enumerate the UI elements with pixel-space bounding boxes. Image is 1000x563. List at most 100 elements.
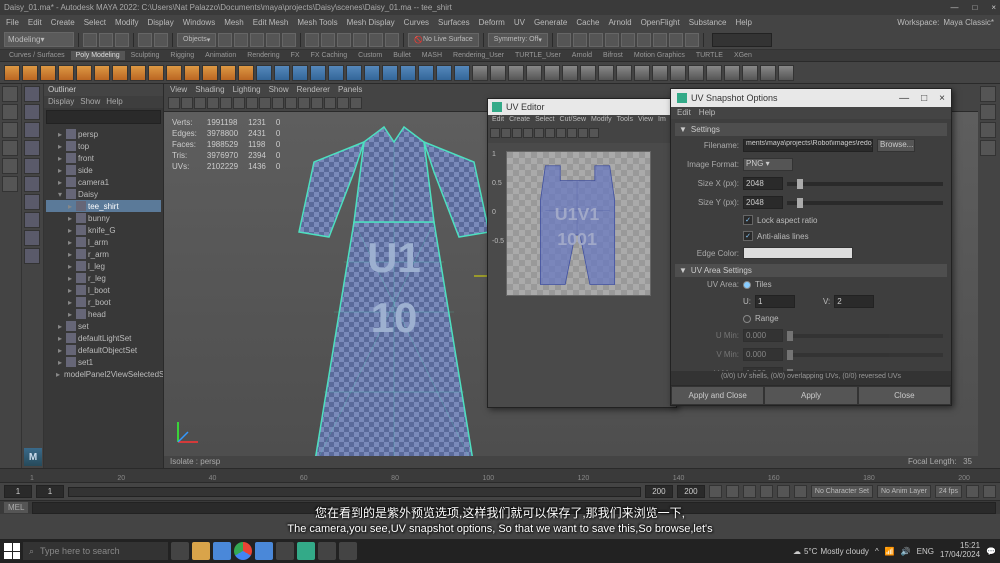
play-forward-icon[interactable]: [760, 485, 773, 498]
undo-icon[interactable]: [138, 33, 152, 47]
attr-editor-icon[interactable]: [980, 104, 996, 120]
channel-box-icon[interactable]: [980, 86, 996, 102]
misc-icon-7[interactable]: [653, 33, 667, 47]
outliner-node[interactable]: ▸persp: [46, 128, 161, 140]
shelf-tab[interactable]: XGen: [729, 51, 757, 60]
shelf-tab[interactable]: Custom: [353, 51, 387, 60]
shelf-tab[interactable]: FX Caching: [306, 51, 353, 60]
vp-tool-icon[interactable]: [220, 97, 232, 109]
outliner-node[interactable]: ▾Daisy: [46, 188, 161, 200]
tray-chevron-icon[interactable]: ^: [875, 547, 879, 556]
sizex-input[interactable]: [743, 177, 783, 190]
taskbar-search[interactable]: ⌕ Type here to search: [23, 542, 168, 560]
menu-display[interactable]: Display: [148, 18, 174, 27]
shelf-tab[interactable]: Animation: [200, 51, 241, 60]
scale-tool-icon[interactable]: [2, 158, 18, 174]
uv-tool-icon[interactable]: [545, 128, 555, 138]
sizey-input[interactable]: [743, 196, 783, 209]
outliner-node[interactable]: ▸modelPanel2ViewSelectedSet: [46, 368, 161, 380]
mail-icon[interactable]: [255, 542, 273, 560]
menu-deform[interactable]: Deform: [479, 18, 505, 27]
sidebar-icon[interactable]: [24, 194, 40, 210]
shelf-icon[interactable]: [508, 65, 524, 81]
vp-tool-icon[interactable]: [207, 97, 219, 109]
outliner-node[interactable]: ▸set: [46, 320, 161, 332]
fps-dropdown[interactable]: 24 fps: [935, 485, 962, 498]
tool-settings-icon[interactable]: [980, 122, 996, 138]
browse-button[interactable]: Browse...: [877, 139, 915, 152]
uv-tool-icon[interactable]: [490, 128, 500, 138]
uv-tool-icon[interactable]: [556, 128, 566, 138]
time-slider[interactable]: 120406080100120140160180200: [0, 468, 1000, 482]
uv-menu-modify[interactable]: Modify: [591, 116, 612, 126]
workspace-selector[interactable]: Workspace: Maya Classic*: [897, 18, 994, 27]
sidebar-icon[interactable]: [24, 104, 40, 120]
shelf-icon[interactable]: [382, 65, 398, 81]
uv-tool-icon[interactable]: [512, 128, 522, 138]
volume-icon[interactable]: 🔊: [901, 547, 911, 556]
end-frame-input[interactable]: [677, 485, 705, 498]
shelf-icon[interactable]: [220, 65, 236, 81]
explorer-icon[interactable]: [192, 542, 210, 560]
shelf-icon[interactable]: [148, 65, 164, 81]
misc-icon-8[interactable]: [669, 33, 683, 47]
outliner-node[interactable]: ▸side: [46, 164, 161, 176]
sidebar-icon[interactable]: [24, 230, 40, 246]
shelf-icon[interactable]: [76, 65, 92, 81]
outliner-node[interactable]: ▸l_arm: [46, 236, 161, 248]
move-tool-icon[interactable]: [2, 122, 18, 138]
shelf-tab[interactable]: Motion Graphics: [629, 51, 690, 60]
uv-canvas[interactable]: 10.50-0.5 U1V1 1001: [488, 143, 676, 407]
uv-editor-titlebar[interactable]: UV Editor: [488, 99, 676, 115]
play-back-icon[interactable]: [743, 485, 756, 498]
shelf-icon[interactable]: [544, 65, 560, 81]
vp-menu-panels[interactable]: Panels: [338, 85, 362, 95]
tiles-radio[interactable]: [743, 281, 751, 289]
step-forward-icon[interactable]: [777, 485, 790, 498]
shelf-icon[interactable]: [166, 65, 182, 81]
close-icon[interactable]: ×: [991, 3, 996, 12]
snap-icon-4[interactable]: [353, 33, 367, 47]
sel-icon-1[interactable]: [218, 33, 232, 47]
shelf-icon[interactable]: [454, 65, 470, 81]
shelf-tab[interactable]: Arnold: [567, 51, 597, 60]
uv-menu-edit[interactable]: Edit: [492, 116, 504, 126]
uv-menu-cutsew[interactable]: Cut/Sew: [560, 116, 586, 126]
shelf-tab[interactable]: Bifrost: [598, 51, 628, 60]
outliner-node[interactable]: ▸front: [46, 152, 161, 164]
menu-edit-mesh[interactable]: Edit Mesh: [253, 18, 289, 27]
shelf-icon[interactable]: [202, 65, 218, 81]
wifi-icon[interactable]: 📶: [885, 547, 895, 556]
shelf-tab[interactable]: Sculpting: [126, 51, 165, 60]
outliner-node[interactable]: ▸r_leg: [46, 272, 161, 284]
lasso-tool-icon[interactable]: [2, 104, 18, 120]
notifications-icon[interactable]: 💬: [986, 547, 996, 556]
store-icon[interactable]: [213, 542, 231, 560]
outliner-node[interactable]: ▸bunny: [46, 212, 161, 224]
start-range-input[interactable]: [36, 485, 64, 498]
sidebar-icon[interactable]: [24, 158, 40, 174]
menu-help[interactable]: Help: [736, 18, 752, 27]
uv-menu-image[interactable]: Im: [658, 116, 666, 126]
lock-aspect-checkbox[interactable]: ✓: [743, 215, 753, 225]
selection-search[interactable]: [712, 33, 772, 47]
menu-openflight[interactable]: OpenFlight: [641, 18, 680, 27]
snapshot-menu-help[interactable]: Help: [699, 108, 715, 118]
uv-tool-icon[interactable]: [578, 128, 588, 138]
sel-icon-3[interactable]: [250, 33, 264, 47]
v-input[interactable]: [834, 295, 874, 308]
uv-menu-create[interactable]: Create: [509, 116, 530, 126]
shelf-icon[interactable]: [706, 65, 722, 81]
shelf-icon[interactable]: [256, 65, 272, 81]
rotate-tool-icon[interactable]: [2, 140, 18, 156]
snap-icon-6[interactable]: [385, 33, 399, 47]
outliner-menu-display[interactable]: Display: [48, 97, 74, 107]
chrome-icon[interactable]: [234, 542, 252, 560]
anim-layer-dropdown[interactable]: No Anim Layer: [877, 485, 931, 498]
outliner-node[interactable]: ▸l_leg: [46, 260, 161, 272]
menu-uv[interactable]: UV: [514, 18, 525, 27]
shelf-icon[interactable]: [346, 65, 362, 81]
vp-menu-show[interactable]: Show: [269, 85, 289, 95]
menu-mesh[interactable]: Mesh: [224, 18, 244, 27]
u-input[interactable]: [755, 295, 795, 308]
